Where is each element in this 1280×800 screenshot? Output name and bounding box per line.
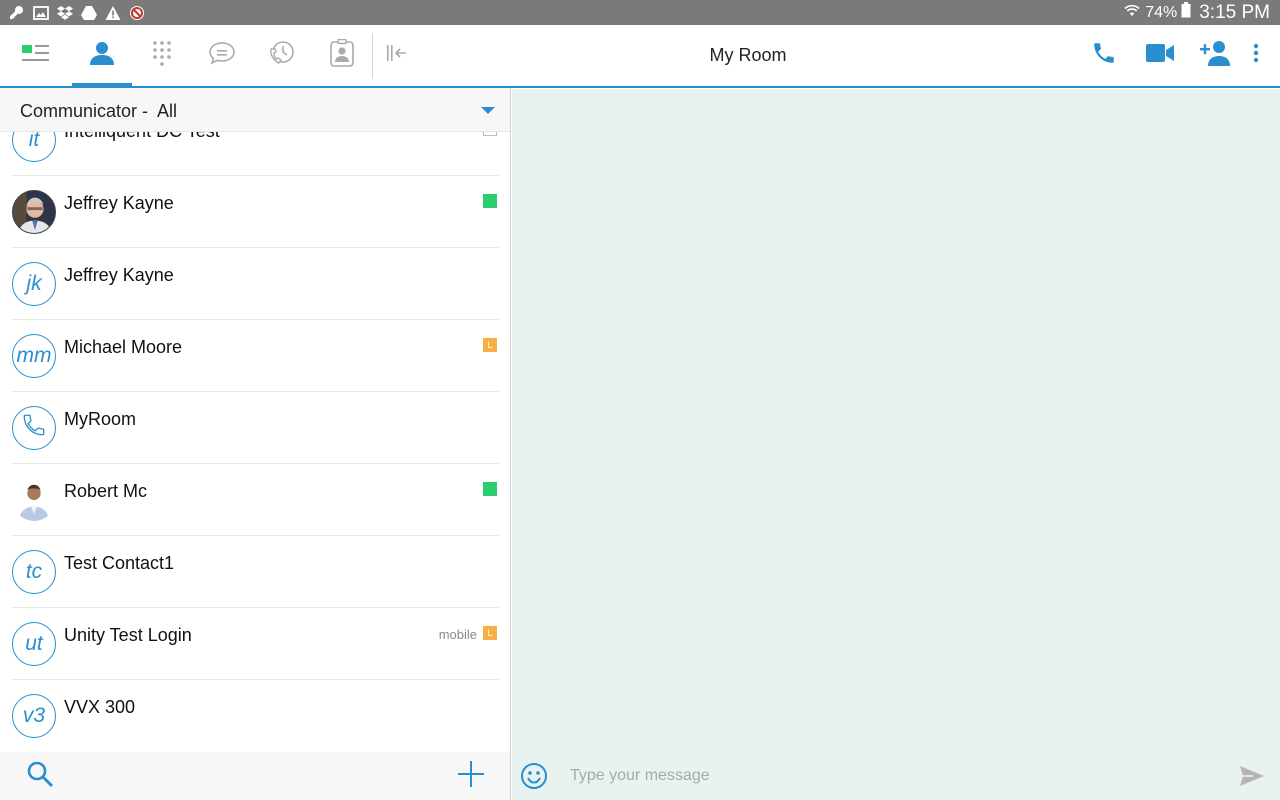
contact-row[interactable]: mm Michael Moore L: [12, 320, 499, 392]
filter-label: Communicator - All: [20, 101, 178, 121]
dialpad-icon: [152, 40, 172, 71]
warning-icon: [104, 4, 122, 22]
wrench-icon: [8, 4, 26, 22]
contacts-toolbar: [0, 752, 510, 800]
contact-list: it Intelliquent DC Test Jeffr: [0, 132, 510, 752]
contact-name: Intelliquent DC Test: [64, 132, 220, 142]
wifi-icon: [1123, 2, 1141, 23]
app-root: 74% 3:15 PM My Room Communicator - All i…: [0, 0, 1280, 800]
battery-icon: [1181, 2, 1191, 23]
message-composer: [512, 752, 1280, 800]
contact-name: Jeffrey Kayne: [64, 265, 174, 285]
blocked-icon: [128, 4, 146, 22]
contact-row[interactable]: tc Test Contact1: [12, 536, 499, 608]
contact-name: Michael Moore: [64, 337, 183, 357]
avatar: jk: [12, 262, 56, 306]
page-title: My Room: [709, 45, 787, 65]
emoji-button[interactable]: [520, 762, 548, 790]
contact-name: VVX 300: [64, 697, 136, 717]
contact-name: Unity Test Login: [64, 625, 192, 645]
contacts-panel: Communicator - All it Intelliquent DC Te…: [0, 88, 511, 800]
avatar: [12, 478, 56, 522]
tab-dialpad[interactable]: [132, 25, 192, 86]
call-button[interactable]: [1081, 25, 1127, 86]
search-icon: [26, 760, 54, 793]
contact-row[interactable]: ut Unity Test Login mobile L: [12, 608, 499, 680]
send-icon: [1238, 766, 1266, 794]
contact-card-icon: [330, 38, 354, 72]
more-options-button[interactable]: [1244, 25, 1268, 86]
avatar: [12, 406, 56, 450]
presence-indicator: L: [483, 338, 497, 352]
drive-icon: [80, 4, 98, 22]
presence-indicator: [483, 132, 497, 136]
message-input[interactable]: [570, 760, 1210, 792]
tab-directory[interactable]: [312, 25, 372, 86]
device-label: mobile: [438, 627, 477, 642]
contact-row[interactable]: jk Jeffrey Kayne: [12, 248, 499, 320]
contact-name: MyRoom: [64, 409, 137, 429]
contact-row[interactable]: Jeffrey Kayne: [12, 176, 499, 248]
person-icon: [89, 40, 115, 71]
tab-history[interactable]: [252, 25, 312, 86]
battery-percent: 74%: [1145, 3, 1178, 21]
app-bar: My Room: [0, 25, 1280, 88]
add-contact-icon: [1200, 39, 1232, 72]
phone-icon: [21, 412, 47, 444]
contact-row[interactable]: it Intelliquent DC Test: [12, 132, 499, 176]
image-icon: [32, 4, 50, 22]
presence-indicator: L: [483, 626, 497, 640]
contact-row[interactable]: v3 VVX 300: [12, 680, 499, 752]
video-icon: [1145, 42, 1175, 69]
search-button[interactable]: [16, 752, 64, 800]
clock: 3:15 PM: [1199, 1, 1270, 23]
tab-contacts[interactable]: [72, 25, 132, 86]
profile-photo: [13, 191, 55, 233]
tab-messages[interactable]: [192, 25, 252, 86]
chat-icon: [208, 41, 236, 70]
tab-menu[interactable]: [6, 25, 66, 86]
avatar: v3: [12, 694, 56, 738]
contact-name: Test Contact1: [64, 553, 175, 573]
call-history-icon: [268, 39, 296, 72]
presence-indicator: [483, 482, 497, 496]
avatar: [12, 190, 56, 234]
menu-presence-icon: [22, 42, 50, 69]
smiley-icon: [520, 763, 548, 794]
system-status: 74% 3:15 PM: [1123, 2, 1280, 24]
dropbox-icon: [56, 4, 74, 22]
avatar: it: [12, 132, 56, 162]
presence-indicator: [483, 194, 497, 208]
plus-icon: [458, 760, 484, 792]
add-contact-button[interactable]: [1193, 25, 1239, 86]
contact-name: Robert Mc: [64, 481, 148, 501]
notification-icons: [0, 4, 146, 22]
chevron-down-icon: [481, 107, 495, 114]
add-button[interactable]: [447, 752, 495, 800]
conversation-area: [512, 89, 1280, 752]
phone-icon: [1091, 40, 1117, 71]
collapse-panel-button[interactable]: [367, 25, 427, 86]
video-call-button[interactable]: [1137, 25, 1183, 86]
send-button[interactable]: [1238, 762, 1266, 790]
more-vert-icon: [1253, 43, 1259, 68]
avatar: ut: [12, 622, 56, 666]
status-bar: 74% 3:15 PM: [0, 0, 1280, 25]
contact-row[interactable]: Robert Mc: [12, 464, 499, 536]
contact-filter-dropdown[interactable]: Communicator - All: [0, 88, 510, 132]
profile-photo: [13, 479, 55, 521]
contact-name: Jeffrey Kayne: [64, 193, 174, 213]
avatar: tc: [12, 550, 56, 594]
collapse-panel-icon: [386, 44, 408, 67]
contact-row[interactable]: MyRoom: [12, 392, 499, 464]
avatar: mm: [12, 334, 56, 378]
